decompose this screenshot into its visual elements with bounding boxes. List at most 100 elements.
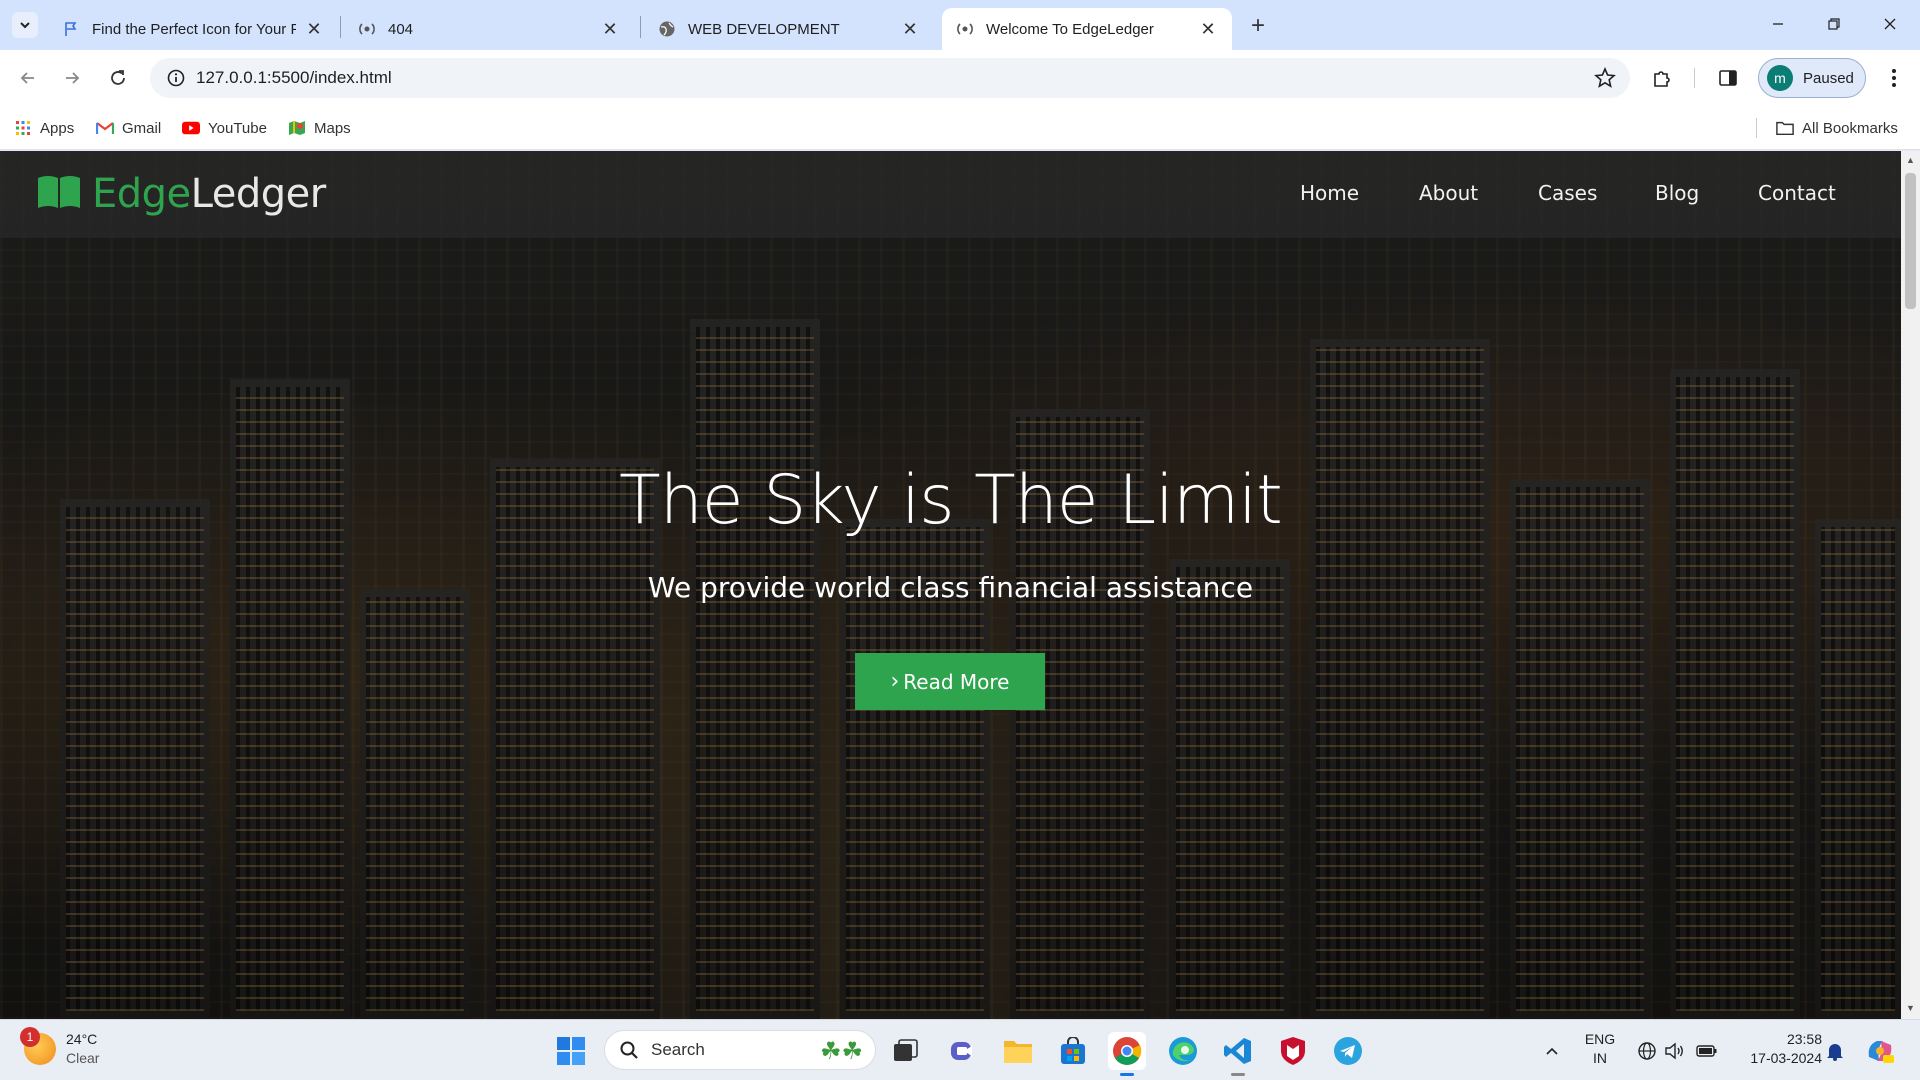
bookmark-gmail[interactable]: Gmail	[96, 116, 161, 140]
clock-date: 17-03-2024	[1750, 1050, 1822, 1066]
shamrock-icon: ☘☘	[819, 1038, 863, 1065]
taskbar-edge[interactable]	[1164, 1032, 1202, 1070]
edge-browser-icon	[1169, 1037, 1197, 1065]
youtube-icon	[182, 119, 200, 137]
tab-icon-finder[interactable]: Find the Perfect Icon for Your Pr ✕	[48, 8, 338, 50]
hero-title: The Sky is The Limit	[619, 461, 1283, 540]
forward-button[interactable]	[58, 64, 86, 92]
tab-search-button[interactable]	[12, 12, 38, 38]
language-line1: ENG	[1584, 1031, 1616, 1047]
nav-contact[interactable]: Contact	[1758, 181, 1836, 205]
bookmark-label: Apps	[40, 119, 75, 137]
arrow-left-icon	[20, 72, 34, 84]
tab-404[interactable]: 404 ✕	[344, 8, 634, 50]
weather-widget[interactable]: 1 24°C Clear	[20, 1027, 100, 1068]
notification-badge: 1	[20, 1027, 40, 1047]
windows-logo-icon	[557, 1037, 585, 1065]
extensions-button[interactable]	[1648, 64, 1676, 92]
reload-button[interactable]	[104, 64, 132, 92]
bookmark-apps[interactable]: Apps	[14, 116, 74, 140]
taskbar-search[interactable]: Search ☘☘	[604, 1030, 876, 1070]
volume-icon[interactable]	[1664, 1040, 1686, 1062]
minimize-button[interactable]	[1750, 0, 1806, 48]
site-navbar: EdgeLedger Home About Cases Blog Contact	[0, 151, 1901, 238]
taskbar-teams[interactable]	[944, 1032, 982, 1070]
notification-bell-icon[interactable]	[1824, 1040, 1846, 1062]
browser-toolbar: 127.0.0.1:5500/index.html m Paused	[0, 50, 1920, 106]
weather-sun-icon: 1	[20, 1027, 56, 1065]
clock[interactable]: 23:58 17-03-2024	[1732, 1030, 1822, 1068]
nav-home[interactable]: Home	[1300, 181, 1359, 205]
page-scrollbar[interactable]: ▲ ▼	[1901, 151, 1920, 1019]
taskbar-telegram[interactable]	[1329, 1032, 1367, 1070]
close-window-button[interactable]	[1862, 0, 1918, 48]
toolbar-divider	[1694, 68, 1695, 88]
maps-icon	[288, 119, 306, 137]
battery-icon[interactable]	[1696, 1040, 1718, 1062]
logo-text-ledger: Ledger	[190, 171, 327, 217]
bookmark-star-icon[interactable]	[1594, 66, 1616, 94]
copilot-icon[interactable]	[1864, 1040, 1896, 1063]
site-info-icon[interactable]	[156, 58, 196, 98]
all-bookmarks-button[interactable]: All Bookmarks	[1776, 116, 1898, 140]
taskbar-task-view[interactable]	[887, 1032, 925, 1070]
scroll-up-arrow-icon[interactable]: ▲	[1905, 155, 1916, 167]
network-globe-icon[interactable]	[1636, 1040, 1658, 1062]
chevron-up-icon	[1546, 1047, 1558, 1055]
start-button[interactable]	[552, 1032, 590, 1070]
restore-button[interactable]	[1806, 0, 1862, 48]
new-tab-button[interactable]: +	[1244, 12, 1272, 40]
kebab-menu-icon	[1892, 69, 1896, 87]
tab-web-development[interactable]: WEB DEVELOPMENT ✕	[644, 8, 934, 50]
nav-blog[interactable]: Blog	[1655, 181, 1699, 205]
globe-icon	[658, 20, 676, 38]
show-hidden-icons-button[interactable]	[1541, 1040, 1563, 1062]
nav-cases[interactable]: Cases	[1538, 181, 1597, 205]
read-more-label: Read More	[903, 669, 1010, 694]
language-line2: IN	[1593, 1050, 1607, 1066]
language-indicator[interactable]: ENG IN	[1582, 1030, 1618, 1068]
gmail-icon	[96, 119, 114, 137]
windows-taskbar: 1 24°C Clear Search ☘☘ ENG IN 23:58 17-0…	[0, 1019, 1920, 1080]
bookmarks-divider	[1756, 118, 1757, 138]
bookmark-youtube[interactable]: YouTube	[182, 116, 267, 140]
bookmark-label: Gmail	[122, 119, 162, 137]
nav-about[interactable]: About	[1419, 181, 1478, 205]
all-bookmarks-label: All Bookmarks	[1802, 119, 1898, 137]
tab-title: Welcome To EdgeLedger	[986, 20, 1154, 38]
taskbar-store[interactable]	[1054, 1032, 1092, 1070]
bookmark-maps[interactable]: Maps	[288, 116, 351, 140]
close-icon[interactable]: ✕	[600, 19, 620, 39]
taskbar-vscode[interactable]	[1219, 1032, 1257, 1076]
running-app-indicator	[1231, 1073, 1245, 1076]
site-logo[interactable]: EdgeLedger	[36, 171, 326, 217]
store-bag-icon	[1061, 1037, 1085, 1064]
address-bar[interactable]: 127.0.0.1:5500/index.html	[150, 58, 1630, 98]
active-app-indicator	[1120, 1073, 1134, 1076]
restore-icon	[1828, 18, 1840, 30]
search-icon	[620, 1041, 638, 1059]
taskbar-chrome[interactable]	[1108, 1032, 1146, 1076]
profile-button[interactable]: m Paused	[1758, 58, 1866, 98]
close-icon[interactable]: ✕	[900, 19, 920, 39]
avatar: m	[1767, 65, 1793, 91]
weather-condition: Clear	[66, 1050, 100, 1066]
back-button[interactable]	[14, 64, 42, 92]
menu-button[interactable]	[1880, 64, 1908, 92]
bookmark-label: YouTube	[208, 119, 267, 137]
side-panel-button[interactable]	[1714, 64, 1742, 92]
taskbar-file-explorer[interactable]	[999, 1032, 1037, 1070]
close-icon[interactable]: ✕	[1198, 19, 1218, 39]
minimize-icon	[1773, 23, 1783, 25]
close-icon[interactable]: ✕	[304, 19, 324, 39]
read-more-button[interactable]: › Read More	[855, 653, 1045, 710]
hero-subtitle: We provide world class financial assista…	[647, 571, 1254, 604]
scroll-down-arrow-icon[interactable]: ▼	[1905, 1003, 1916, 1015]
taskbar-mcafee[interactable]	[1274, 1032, 1312, 1070]
scrollbar-thumb[interactable]	[1905, 173, 1916, 309]
tab-edgeledger[interactable]: Welcome To EdgeLedger ✕	[942, 8, 1232, 50]
apps-grid-icon	[14, 119, 32, 137]
chrome-icon	[1113, 1037, 1142, 1065]
book-icon	[36, 174, 82, 215]
task-view-icon	[894, 1039, 918, 1061]
